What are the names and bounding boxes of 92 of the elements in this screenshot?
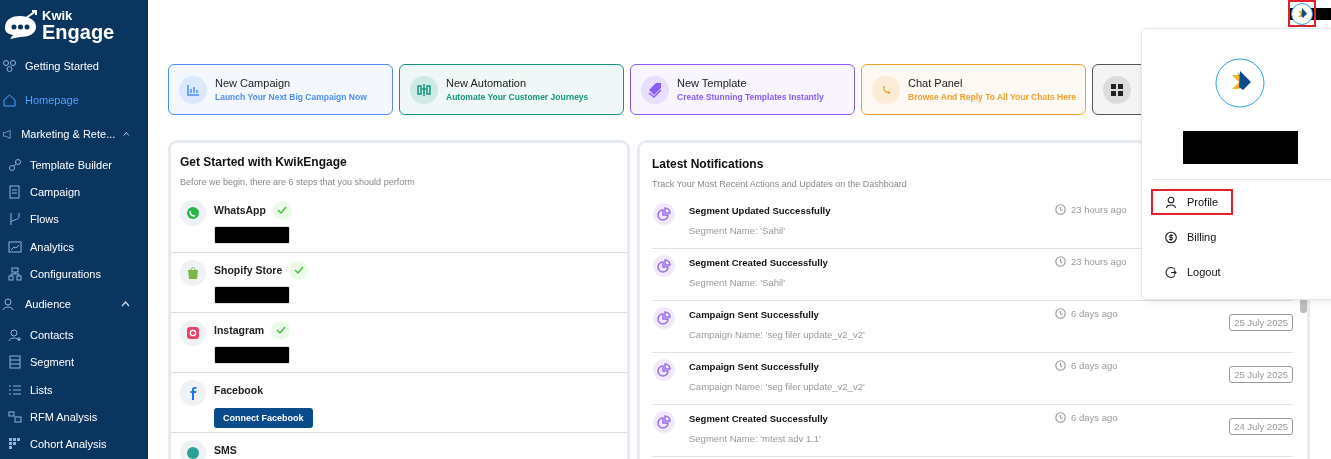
card-subtitle: Browse And Reply To All Your Chats Here — [908, 92, 1076, 102]
tag-icon — [646, 80, 664, 99]
menu-item[interactable]: Profile — [1151, 189, 1233, 215]
hierarchy-icon — [8, 266, 22, 281]
step-name: WhatsApp — [214, 204, 266, 216]
notification-title: Segment Created Successfully — [689, 413, 829, 424]
step-name: Instagram — [214, 324, 265, 336]
time-ago: 6 days ago — [1071, 360, 1118, 371]
person-icon — [1165, 195, 1177, 209]
sidebar-item[interactable]: RFM Analysis — [0, 403, 148, 431]
panel-subtitle: Before we begin, there are 6 steps that you should perform — [180, 177, 416, 187]
notification-title: Segment Updated Successfully — [689, 205, 832, 216]
network-icon — [2, 59, 17, 73]
user-plus-icon — [8, 328, 22, 343]
dollar-coin-icon — [1165, 230, 1177, 244]
logo-text: Engage — [42, 21, 115, 42]
time-ago: 23 hours ago — [1071, 204, 1127, 215]
notification-detail: Campaign Name: 'seg filer update_v2_v2' — [689, 381, 866, 392]
clock-icon — [1055, 256, 1066, 267]
sidebar-item[interactable]: Homepage — [0, 83, 148, 117]
sidebar-item[interactable]: Marketing & Rete... — [0, 117, 148, 151]
chart-icon — [8, 239, 22, 254]
clock-icon — [1055, 360, 1066, 371]
menu-item[interactable]: Billing — [1151, 224, 1233, 250]
notification-title: Segment Created Successfully — [689, 257, 829, 268]
step-name: Shopify Store — [214, 264, 283, 276]
card-subtitle: Automate Your Customer Journeys — [446, 92, 589, 102]
panel-title: Get Started with KwikEngage — [180, 155, 348, 169]
link-icon — [8, 157, 22, 172]
chat-bubble-icon — [185, 205, 201, 221]
panel-subtitle: Track Your Most Recent Actions and Updates on the Dashboard — [652, 179, 908, 189]
logo-text: Kwik — [42, 8, 74, 22]
sidebar-item[interactable]: Contacts — [0, 321, 148, 349]
avatar-logo-icon — [1215, 58, 1265, 108]
sidebar-item[interactable]: Audience — [0, 287, 148, 322]
logout-icon — [1165, 265, 1177, 279]
pie-chart-icon — [657, 207, 671, 221]
quick-action-card[interactable]: Chat Panel Browse And Reply To All Your Chats Here — [861, 64, 1086, 115]
pie-chart-icon — [657, 415, 671, 429]
notification-title: Campaign Sent Successfully — [689, 309, 820, 320]
sidebar-item[interactable]: Cohort Analysis — [0, 430, 148, 458]
sidebar-item[interactable]: Template Builder — [0, 151, 148, 179]
pie-chart-icon — [657, 311, 671, 325]
quick-action-card[interactable]: New Automation Automate Your Customer Journeys — [399, 64, 624, 115]
time-ago: 23 hours ago — [1071, 256, 1127, 267]
avatar-logo-icon — [1291, 2, 1313, 25]
sidebar-item[interactable]: Analytics — [0, 232, 148, 261]
date-tag: 25 July 2025 — [1229, 366, 1293, 383]
notification-detail: Segment Name: 'Sahil' — [689, 277, 787, 288]
branch-icon — [8, 212, 22, 227]
step-name: SMS — [214, 444, 237, 456]
clock-icon — [1055, 412, 1066, 423]
list-box-icon — [8, 355, 22, 370]
sidebar-item[interactable]: Flows — [0, 205, 148, 233]
quick-action-card[interactable]: New Campaign Launch Your Next Big Campaign Now — [168, 64, 393, 115]
clock-icon — [1055, 308, 1066, 319]
panel-title: Latest Notifications — [652, 157, 765, 171]
date-tag: 24 July 2025 — [1229, 418, 1293, 435]
avatar-button[interactable] — [1288, 0, 1316, 27]
pie-chart-icon — [657, 259, 671, 273]
notification-title: Campaign Sent Successfully — [689, 361, 820, 372]
menu-item[interactable]: Logout — [1151, 259, 1233, 285]
card-title: New Campaign — [215, 77, 292, 89]
step-name: Facebook — [214, 384, 263, 396]
sidebar-item[interactable]: Configurations — [0, 260, 148, 288]
home-icon — [2, 93, 17, 107]
sidebar-item[interactable]: Lists — [0, 376, 148, 404]
connect-button[interactable]: Connect Facebook — [214, 408, 313, 428]
date-tag: 25 July 2025 — [1229, 314, 1293, 331]
sidebar-item[interactable]: Getting Started — [0, 49, 148, 83]
card-title: Chat Panel — [908, 77, 964, 89]
notification-detail: Segment Name: 'Sahil' — [689, 225, 787, 236]
notification-detail: Campaign Name: 'seg filer update_v2_v2' — [689, 329, 866, 340]
time-ago: 6 days ago — [1071, 308, 1118, 319]
shopping-bag-icon — [185, 265, 201, 281]
sidebar-item[interactable]: Campaign — [0, 178, 148, 206]
quick-action-card[interactable]: New Template Create Stunning Templates Instantly — [630, 64, 855, 115]
megaphone-icon — [2, 127, 14, 141]
card-title: New Template — [677, 77, 748, 89]
card-subtitle: Create Stunning Templates Instantly — [677, 92, 824, 102]
sidebar-item[interactable]: Segment — [0, 348, 148, 377]
clock-icon — [1055, 204, 1066, 215]
pie-chart-icon — [657, 363, 671, 377]
camera-icon — [185, 325, 201, 341]
card-subtitle: Launch Your Next Big Campaign Now — [215, 92, 367, 102]
list-icon — [8, 382, 22, 397]
grid-small-icon — [8, 410, 22, 424]
notification-detail: Segment Name: 'mtest adv 1.1' — [689, 433, 822, 444]
document-icon — [8, 184, 22, 199]
time-ago: 6 days ago — [1071, 412, 1118, 423]
card-title: New Automation — [446, 77, 528, 89]
grid-icon — [8, 437, 22, 452]
